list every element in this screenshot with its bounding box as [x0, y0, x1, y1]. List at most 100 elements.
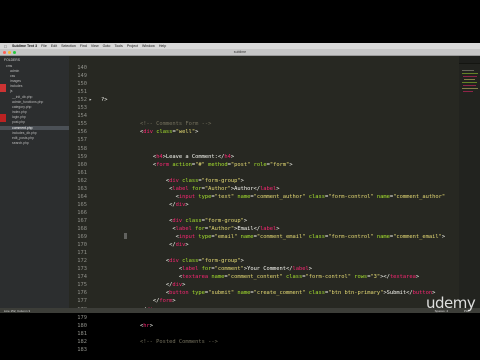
line-number: 177	[77, 298, 87, 305]
sidebar-item[interactable]: css	[10, 74, 15, 78]
code-line[interactable]: <hr>	[101, 322, 153, 330]
code-token: name	[373, 234, 390, 241]
menu-file[interactable]: File	[41, 44, 47, 48]
code-token: action	[169, 161, 192, 168]
line-number: 165	[77, 201, 87, 208]
menu-app-name[interactable]: Sublime Text 3	[12, 44, 37, 48]
code-token: >	[240, 177, 244, 184]
code-token: <	[101, 258, 170, 265]
code-token: </	[101, 298, 160, 305]
code-token: "form-control"	[328, 234, 374, 241]
minimap[interactable]	[459, 64, 480, 308]
sidebar-item[interactable]: admin_functions.php	[12, 100, 43, 104]
code-line[interactable]: <h4>Leave a Comment:</h4>	[101, 153, 234, 161]
code-line[interactable]: <button type="submit" name="create_comme…	[101, 289, 435, 297]
code-line[interactable]: <div class="form-group">	[101, 217, 247, 225]
code-line[interactable]: <textarea name="comment_content" class="…	[101, 273, 419, 281]
code-line[interactable]: <label for="Author">Author</label>	[101, 185, 279, 193]
sidebar-item[interactable]: search.php	[12, 141, 29, 145]
menu-selection[interactable]: Selection	[61, 44, 76, 48]
sidebar: FOLDERS cms admin css images includes js…	[0, 56, 69, 308]
code-token: >Submit</	[383, 290, 413, 297]
line-number: 156	[77, 129, 87, 136]
line-number: 167	[77, 217, 87, 224]
line-number: 150	[77, 81, 87, 88]
sidebar-item[interactable]: cms	[6, 64, 12, 68]
sidebar-item[interactable]: index.php	[12, 110, 27, 114]
code-line[interactable]: <!-- Comments Form -->	[101, 120, 211, 128]
menu-find[interactable]: Find	[80, 44, 87, 48]
code-token: >	[240, 258, 244, 265]
code-token: >	[149, 322, 153, 329]
code-line[interactable]: </div>	[101, 281, 186, 289]
code-token: <	[101, 153, 157, 160]
sidebar-item[interactable]: js	[10, 89, 12, 93]
code-token: <	[101, 274, 183, 281]
menu-edit[interactable]: Edit	[51, 44, 57, 48]
code-token: "comment_email"	[256, 234, 306, 241]
sidebar-item[interactable]: includes_db.php	[12, 131, 37, 135]
sidebar-item[interactable]: post.php	[12, 120, 25, 124]
code-line[interactable]: ?>	[101, 96, 108, 104]
code-token: class	[305, 234, 325, 241]
code-token: >	[415, 274, 420, 281]
code-token: >Email</	[234, 226, 261, 232]
line-number: 179	[77, 314, 87, 321]
code-token: for	[191, 226, 205, 232]
line-number: 168	[77, 226, 87, 232]
apple-icon[interactable]: 	[4, 44, 8, 49]
code-line[interactable]: </div>	[101, 201, 189, 209]
code-token: </	[101, 282, 173, 289]
line-number: 174	[77, 274, 87, 281]
code-token: type	[188, 290, 205, 297]
code-token: class	[178, 258, 199, 265]
menu-help[interactable]: Help	[159, 44, 166, 48]
code-line[interactable]: </form>	[101, 297, 176, 305]
code-token: "comment_author"	[393, 193, 446, 200]
menu-goto[interactable]: Goto	[103, 44, 111, 48]
code-token: div	[143, 129, 153, 136]
minimap-line	[463, 85, 476, 86]
code-token: <	[101, 266, 183, 273]
video-frame:  Sublime Text 3 File Edit Selection Fin…	[0, 0, 480, 360]
code-line[interactable]: <input type="email" name="comment_email"…	[101, 233, 445, 241]
code-line[interactable]: <div class="form-group">	[101, 257, 244, 265]
line-number: 160	[77, 161, 87, 168]
fold-arrow-icon[interactable]: ▸	[89, 97, 92, 103]
code-token: "Author"	[208, 226, 235, 232]
sidebar-item-selected[interactable]: comment.php	[0, 126, 69, 130]
code-token: >	[195, 129, 199, 136]
code-line[interactable]: <div class="form-group">	[101, 177, 244, 185]
sidebar-item[interactable]: images	[10, 79, 21, 83]
sidebar-item[interactable]: __init_db.php	[12, 95, 32, 99]
code-token: "form-control"	[305, 274, 351, 281]
menu-window[interactable]: Window	[142, 44, 155, 48]
code-token: <!-- Comments Form -->	[101, 121, 212, 128]
sidebar-item[interactable]: category.php	[12, 105, 31, 109]
sidebar-item[interactable]: login.php	[12, 115, 26, 119]
code-token: "post"	[230, 161, 251, 168]
code-line[interactable]: <label for="Author">Email</label>	[101, 225, 279, 233]
code-line[interactable]: </div>	[101, 241, 189, 249]
menu-view[interactable]: View	[91, 44, 99, 48]
code-line[interactable]: <label for="comment">Your Comment</label…	[101, 265, 312, 273]
sidebar-item[interactable]: edit_posts.php	[12, 136, 34, 140]
code-token: "comment_content"	[227, 274, 283, 281]
code-line[interactable]: <div class="well">	[101, 128, 198, 136]
line-number: 152	[77, 97, 87, 104]
menu-project[interactable]: Project	[127, 44, 138, 48]
sidebar-item[interactable]: admin	[10, 69, 19, 73]
menu-tools[interactable]: Tools	[114, 44, 122, 48]
code-token: div	[172, 282, 183, 289]
code-token: role	[250, 161, 267, 168]
code-token: "Author"	[204, 185, 231, 192]
code-token: label	[172, 185, 189, 192]
code-line[interactable]: <!-- Posted Comments -->	[101, 338, 218, 346]
code-token: class	[305, 290, 325, 297]
line-number: 162	[77, 177, 87, 184]
code-token: "text"	[214, 193, 235, 200]
sidebar-item[interactable]: includes	[10, 84, 22, 88]
code-line[interactable]: <form action="#" method="post" role="for…	[101, 161, 293, 169]
code-token: "form-control"	[328, 193, 374, 200]
code-line[interactable]: <input type="text" name="comment_author"…	[101, 193, 445, 201]
